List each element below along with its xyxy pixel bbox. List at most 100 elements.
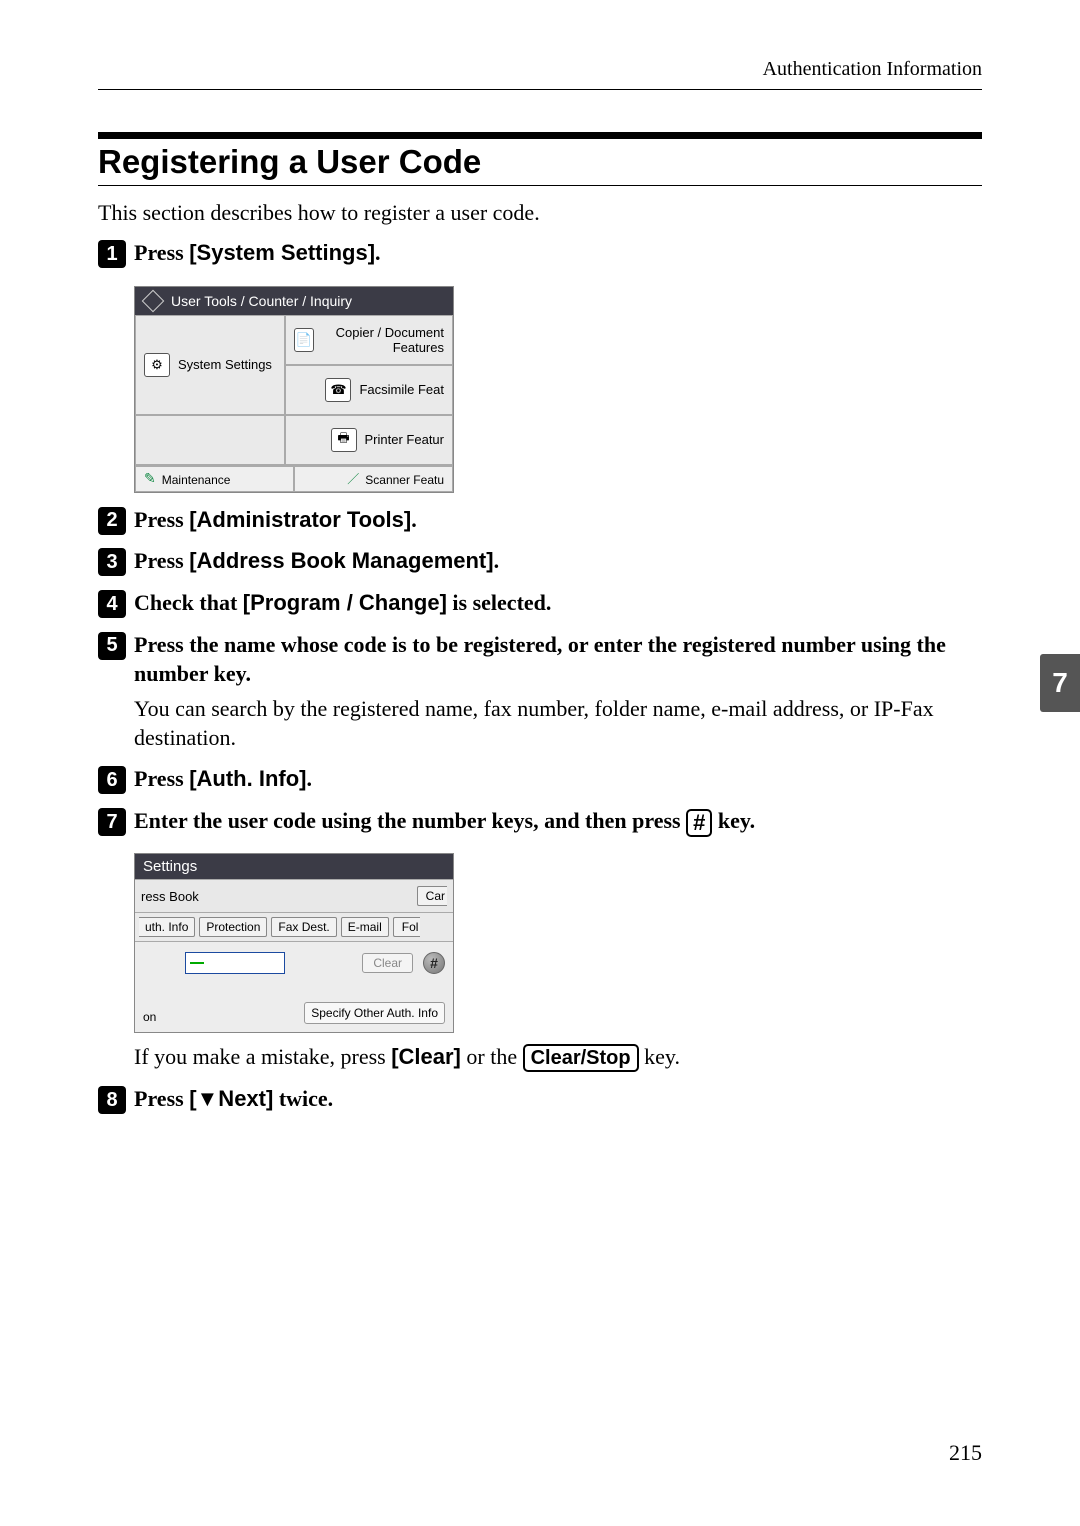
maintenance-button[interactable]: ✎ Maintenance — [135, 466, 294, 492]
step-5-text: Press the name whose code is to be regis… — [134, 630, 982, 689]
screenshot1-titlebar: User Tools / Counter / Inquiry — [135, 287, 453, 315]
header-rule — [98, 89, 982, 90]
copier-label: Copier / Document Features — [322, 325, 444, 355]
tab-protection[interactable]: Protection — [199, 917, 267, 937]
printer-features-button[interactable]: 🖶 Printer Featur — [285, 415, 453, 465]
tab-email[interactable]: E-mail — [341, 917, 389, 937]
specify-other-auth-button[interactable]: Specify Other Auth. Info — [304, 1002, 445, 1024]
user-code-field[interactable] — [185, 952, 285, 974]
copier-icon: 📄 — [294, 328, 314, 352]
section-rule-bottom — [98, 185, 982, 186]
step-6: 6 Press [Auth. Info]. — [98, 764, 982, 794]
step-bold: [▼Next] — [189, 1086, 273, 1111]
step-prefix: Press — [134, 240, 189, 265]
step-3-text: Press [Address Book Management]. — [134, 546, 499, 576]
tab-folder[interactable]: Fol — [393, 917, 421, 937]
car-tab[interactable]: Car — [417, 886, 447, 906]
step-suffix: . — [411, 507, 417, 532]
step-prefix: Press — [134, 1086, 189, 1111]
step-4: 4 Check that [Program / Change] is selec… — [98, 588, 982, 618]
step-prefix: Check that — [134, 590, 243, 615]
pen-icon: ／ — [347, 470, 359, 487]
step-number-icon: 8 — [98, 1086, 126, 1114]
clear-button[interactable]: Clear — [362, 953, 413, 973]
system-settings-label: System Settings — [178, 357, 272, 372]
step-7: 7 Enter the user code using the number k… — [98, 806, 982, 837]
step-number-icon: 7 — [98, 808, 126, 836]
wand-icon: ✎ — [144, 470, 156, 487]
screenshot2-bar: ress Book Car — [135, 879, 453, 913]
step-suffix: twice. — [273, 1086, 333, 1111]
copier-features-button[interactable]: 📄 Copier / Document Features — [285, 315, 453, 365]
fax-features-button[interactable]: ☎ Facsimile Feat — [285, 365, 453, 415]
cursor-icon — [190, 962, 204, 964]
step-8: 8 Press [▼Next] twice. — [98, 1084, 982, 1114]
screenshot2-tabs: uth. Info Protection Fax Dest. E-mail Fo… — [135, 913, 453, 942]
gear-icon: ⚙ — [144, 353, 170, 377]
step-5-follow: You can search by the registered name, f… — [134, 695, 982, 752]
step-prefix: Enter the user code using the number key… — [134, 808, 686, 833]
follow-mid: or the — [461, 1044, 523, 1069]
step-4-text: Check that [Program / Change] is selecte… — [134, 588, 551, 618]
step-2: 2 Press [Administrator Tools]. — [98, 505, 982, 535]
follow-suffix: key. — [639, 1044, 680, 1069]
step-7-text: Enter the user code using the number key… — [134, 806, 755, 837]
step-number-icon: 1 — [98, 240, 126, 268]
printer-icon: 🖶 — [331, 428, 357, 452]
step-5: 5 Press the name whose code is to be reg… — [98, 630, 982, 689]
hash-key-icon: # — [686, 809, 712, 837]
step-suffix: is selected. — [447, 590, 551, 615]
system-settings-button[interactable]: ⚙ System Settings — [135, 315, 285, 415]
follow-prefix: If you make a mistake, press — [134, 1044, 391, 1069]
step-prefix: Press — [134, 507, 189, 532]
hash-button[interactable]: # — [423, 952, 445, 974]
step-prefix: Press — [134, 548, 189, 573]
screenshot1-title: User Tools / Counter / Inquiry — [171, 293, 352, 309]
step-bold: [Administrator Tools] — [189, 507, 411, 532]
step-bold: [Address Book Management] — [189, 548, 493, 573]
section-rule-top — [98, 132, 982, 139]
step-number-icon: 6 — [98, 766, 126, 794]
screenshot-user-tools: User Tools / Counter / Inquiry ⚙ System … — [134, 286, 454, 493]
step-number-icon: 5 — [98, 632, 126, 660]
step-number-icon: 4 — [98, 590, 126, 618]
step-bold: [System Settings] — [189, 240, 375, 265]
follow-bold: [Clear] — [391, 1044, 461, 1069]
tab-fax-dest[interactable]: Fax Dest. — [271, 917, 336, 937]
step-suffix: key. — [712, 808, 755, 833]
step-number-icon: 2 — [98, 507, 126, 535]
page-number: 215 — [949, 1440, 982, 1466]
clear-stop-key-icon: Clear/Stop — [523, 1044, 639, 1072]
diamond-icon — [142, 289, 165, 312]
blank-cell — [135, 415, 285, 465]
printer-label: Printer Featur — [365, 432, 444, 447]
address-book-label: ress Book — [141, 889, 199, 904]
maintenance-label: Maintenance — [162, 473, 231, 487]
step-suffix: . — [375, 240, 381, 265]
screenshot2-titlebar: Settings — [135, 854, 453, 879]
fax-icon: ☎ — [325, 378, 351, 402]
step-bold: [Program / Change] — [243, 590, 447, 615]
header-breadcrumb: Authentication Information — [98, 58, 982, 81]
step-number-icon: 3 — [98, 548, 126, 576]
step-prefix: Press — [134, 766, 189, 791]
step-suffix: . — [494, 548, 500, 573]
step-7-follow: If you make a mistake, press [Clear] or … — [134, 1043, 982, 1072]
on-label: on — [143, 1010, 156, 1024]
chapter-tab: 7 — [1040, 654, 1080, 712]
intro-text: This section describes how to register a… — [98, 200, 982, 226]
step-8-text: Press [▼Next] twice. — [134, 1084, 333, 1114]
screenshot-settings: Settings ress Book Car uth. Info Protect… — [134, 853, 454, 1033]
step-1-text: Press [System Settings]. — [134, 238, 381, 268]
scanner-label: Scanner Featu — [365, 473, 444, 487]
scanner-features-button[interactable]: ／ Scanner Featu — [294, 466, 453, 492]
screenshot2-input-area: Clear # — [135, 942, 453, 984]
step-1: 1 Press [System Settings]. — [98, 238, 982, 268]
step-suffix: . — [307, 766, 313, 791]
tab-auth-info[interactable]: uth. Info — [139, 917, 195, 937]
step-bold: [Auth. Info] — [189, 766, 306, 791]
step-3: 3 Press [Address Book Management]. — [98, 546, 982, 576]
section-title: Registering a User Code — [98, 143, 982, 181]
screenshot2-bottom: on Specify Other Auth. Info — [135, 984, 453, 1032]
step-2-text: Press [Administrator Tools]. — [134, 505, 417, 535]
